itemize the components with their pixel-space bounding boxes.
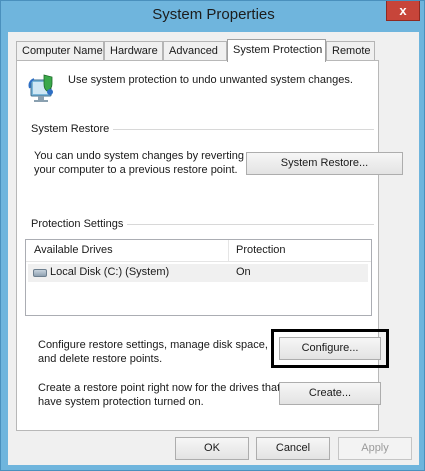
apply-button[interactable]: Apply	[338, 437, 412, 460]
drive-row[interactable]: Local Disk (C:) (System) On	[28, 264, 368, 282]
system-restore-button[interactable]: System Restore...	[246, 152, 403, 175]
dialog-client-area: Computer Name Hardware Advanced System P…	[8, 32, 419, 465]
column-protection[interactable]: Protection	[236, 244, 286, 256]
intro-text: Use system protection to undo unwanted s…	[68, 74, 353, 86]
ok-button[interactable]: OK	[175, 437, 249, 460]
tab-hardware[interactable]: Hardware	[104, 41, 163, 60]
drives-list-header: Available Drives Protection	[26, 240, 371, 262]
title-bar[interactable]: System Properties x	[1, 1, 425, 31]
drive-protection-status: On	[236, 266, 251, 278]
system-restore-group-label: System Restore	[31, 123, 114, 135]
column-available-drives[interactable]: Available Drives	[34, 244, 113, 256]
system-properties-window: System Properties x Computer Name Hardwa…	[0, 0, 425, 471]
window-title: System Properties	[152, 6, 275, 23]
tab-computer-name[interactable]: Computer Name	[16, 41, 104, 60]
close-icon: x	[399, 3, 407, 18]
drive-name: Local Disk (C:) (System)	[50, 266, 170, 278]
system-protection-panel: Use system protection to undo unwanted s…	[16, 60, 403, 431]
configure-button[interactable]: Configure...	[271, 329, 389, 368]
close-button[interactable]: x	[386, 1, 420, 21]
tab-remote[interactable]: Remote	[326, 41, 375, 60]
create-desc-line1: Create a restore point right now for the…	[38, 382, 281, 394]
system-protection-icon	[28, 74, 53, 102]
system-restore-desc-line2: your computer to a previous restore poin…	[34, 164, 238, 176]
configure-desc-line2: and delete restore points.	[38, 353, 163, 365]
system-restore-desc-line1: You can undo system changes by reverting	[34, 150, 244, 162]
configure-desc-line1: Configure restore settings, manage disk …	[38, 339, 268, 351]
protection-settings-group-label: Protection Settings	[31, 218, 128, 230]
tab-system-protection[interactable]: System Protection	[227, 39, 326, 62]
cancel-button[interactable]: Cancel	[256, 437, 330, 460]
column-separator	[228, 240, 229, 262]
create-desc-line2: have system protection turned on.	[38, 396, 204, 408]
local-disk-icon	[33, 269, 47, 277]
drives-list[interactable]: Available Drives Protection Local Disk (…	[25, 239, 372, 316]
create-button[interactable]: Create...	[279, 382, 381, 405]
tab-advanced[interactable]: Advanced	[163, 41, 227, 60]
